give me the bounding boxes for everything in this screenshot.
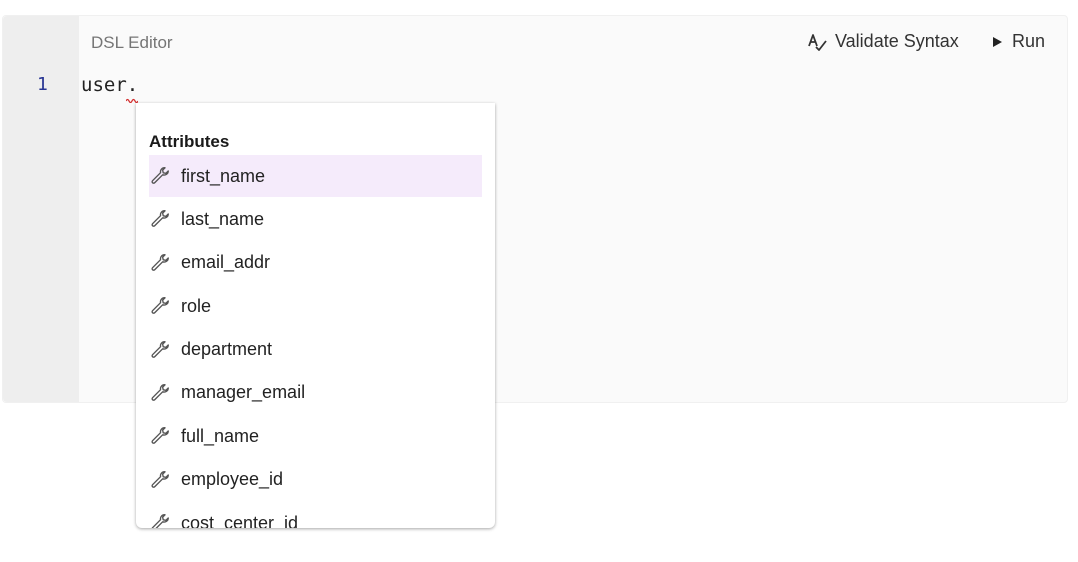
suggest-item[interactable]: role — [149, 285, 482, 327]
suggest-item-label: first_name — [181, 165, 266, 186]
validate-syntax-button[interactable]: Validate Syntax — [807, 31, 959, 52]
wrench-icon — [149, 425, 171, 447]
wrench-icon — [149, 295, 171, 317]
suggest-item-label: manager_email — [181, 382, 306, 403]
editor-title: DSL Editor — [91, 33, 173, 52]
run-button[interactable]: Run — [990, 31, 1045, 52]
wrench-icon — [149, 252, 171, 274]
wrench-icon — [149, 382, 171, 404]
line-number: 1 — [37, 74, 48, 95]
suggest-item-label: full_name — [181, 425, 260, 446]
suggest-item[interactable]: email_addr — [149, 242, 482, 284]
code-line[interactable]: user. — [81, 74, 138, 96]
suggest-item[interactable]: employee_id — [149, 459, 482, 501]
suggest-item-label: last_name — [181, 208, 265, 229]
validate-syntax-label: Validate Syntax — [835, 31, 959, 51]
suggest-item[interactable]: department — [149, 329, 482, 371]
suggest-item-label: department — [181, 339, 273, 360]
suggest-item-label: cost_center_id — [181, 512, 299, 528]
wrench-icon — [149, 165, 171, 187]
run-label: Run — [1012, 31, 1046, 51]
suggest-item-label: role — [181, 295, 212, 316]
wrench-icon — [149, 339, 171, 361]
wrench-icon — [149, 512, 171, 528]
spellcheck-icon — [808, 33, 827, 51]
suggest-item[interactable]: full_name — [149, 415, 482, 457]
wrench-icon — [149, 208, 171, 230]
suggest-item-label: employee_id — [181, 469, 284, 490]
suggest-item[interactable]: manager_email — [149, 372, 482, 414]
wrench-icon — [149, 469, 171, 491]
suggest-item[interactable]: last_name — [149, 198, 482, 240]
suggest-item[interactable]: first_name — [149, 155, 482, 197]
play-icon — [993, 36, 1002, 47]
suggest-item[interactable]: cost_center_id — [149, 502, 482, 528]
suggest-item-label: email_addr — [181, 252, 271, 273]
suggest-list: first_name last_name email_addrrole departm… — [149, 155, 482, 528]
suggest-header: Attributes — [149, 132, 230, 151]
autocomplete-dropdown[interactable]: Attributes first_name last_name email_addr… — [136, 103, 495, 528]
